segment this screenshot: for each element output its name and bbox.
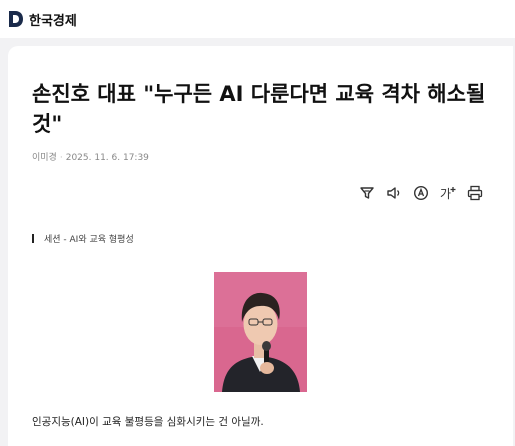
article-card: 손진호 대표 "누구든 AI 다룬다면 교육 격차 해소될 것" 이미경 · 202… xyxy=(8,46,513,446)
section-tag-bar xyxy=(32,234,34,243)
article-datetime: 2025. 11. 6. 17:39 xyxy=(65,153,149,163)
article-photo[interactable] xyxy=(214,272,307,392)
font-size-glyph: 가 xyxy=(440,187,451,201)
listen-audio-icon[interactable] xyxy=(385,184,403,202)
section-tag-label: 세션 - AI와 교육 형평성 xyxy=(44,235,134,245)
print-icon[interactable] xyxy=(466,184,484,202)
section-tag: 세션 - AI와 교육 형평성 xyxy=(32,232,134,245)
article-title: 손진호 대표 "누구든 AI 다룬다면 교육 격차 해소될 것" xyxy=(32,82,486,136)
brand-logo-icon[interactable] xyxy=(8,10,24,28)
summary-filter-icon[interactable] xyxy=(358,184,376,202)
byline-separator: · xyxy=(59,153,63,163)
article-lede: 인공지능(AI)이 교육 불평등을 심화시키는 건 아닐까. xyxy=(32,416,264,428)
brand-name[interactable]: 한국경제 xyxy=(29,10,77,29)
font-size-icon[interactable]: 가 xyxy=(439,184,457,202)
article-author[interactable]: 이미경 xyxy=(32,153,57,163)
translate-icon[interactable] xyxy=(412,184,430,202)
article-byline: 이미경 · 2025. 11. 6. 17:39 xyxy=(32,150,149,163)
site-header: 한국경제 xyxy=(0,0,515,38)
